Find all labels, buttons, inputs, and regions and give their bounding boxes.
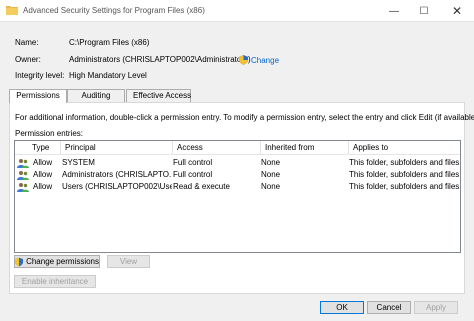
- entry-applies: This folder, subfolders and files: [349, 170, 459, 179]
- owner-value: Administrators (CHRISLAPTOP002\Administr…: [69, 55, 251, 64]
- title-bar: Advanced Security Settings for Program F…: [0, 0, 474, 22]
- permission-entries-list[interactable]: Type Principal Access Inherited from App…: [14, 140, 461, 253]
- minimize-button[interactable]: —: [379, 0, 409, 22]
- integrity-label: Integrity level:: [15, 71, 65, 80]
- folder-icon: [6, 6, 18, 15]
- uac-shield-icon: [15, 257, 24, 266]
- tab-auditing[interactable]: Auditing: [67, 89, 125, 102]
- change-permissions-button[interactable]: Change permissions: [14, 255, 100, 268]
- ok-button[interactable]: OK: [320, 301, 364, 314]
- table-row[interactable]: Allow Users (CHRISLAPTOP002\Users) Read …: [15, 181, 460, 193]
- apply-button[interactable]: Apply: [414, 301, 458, 314]
- entry-type: Allow: [33, 170, 53, 179]
- table-row[interactable]: Allow SYSTEM Full control None This fold…: [15, 157, 460, 169]
- cancel-button[interactable]: Cancel: [367, 301, 411, 314]
- entry-inherited: None: [261, 158, 281, 167]
- change-permissions-label: Change permissions: [26, 257, 99, 266]
- column-type[interactable]: Type: [15, 141, 61, 155]
- name-value: C:\Program Files (x86): [69, 38, 150, 47]
- hint-text: For additional information, double-click…: [15, 113, 474, 122]
- permission-entries-label: Permission entries:: [15, 129, 84, 138]
- integrity-value: High Mandatory Level: [69, 71, 147, 80]
- uac-shield-icon: [239, 55, 248, 65]
- tab-permissions[interactable]: Permissions: [9, 89, 67, 103]
- users-icon: [16, 169, 30, 181]
- entry-principal: Administrators (CHRISLAPTO...: [62, 170, 172, 179]
- change-link-label[interactable]: Change: [251, 56, 279, 65]
- entry-principal: Users (CHRISLAPTOP002\Users): [62, 182, 172, 191]
- entry-inherited: None: [261, 182, 281, 191]
- entry-applies: This folder, subfolders and files: [349, 158, 459, 167]
- enable-inheritance-button[interactable]: Enable inheritance: [14, 275, 96, 288]
- permissions-panel: For additional information, double-click…: [9, 102, 474, 294]
- entry-principal: SYSTEM: [62, 158, 95, 167]
- entry-access: Read & execute: [173, 182, 230, 191]
- name-label: Name:: [15, 38, 39, 47]
- column-applies-to[interactable]: Applies to: [349, 141, 460, 155]
- entry-access: Full control: [173, 158, 213, 167]
- maximize-button[interactable]: ☐: [409, 0, 439, 22]
- window-title: Advanced Security Settings for Program F…: [23, 6, 205, 15]
- entry-inherited: None: [261, 170, 281, 179]
- close-button[interactable]: ✕: [440, 0, 474, 22]
- entry-type: Allow: [33, 158, 53, 167]
- users-icon: [16, 181, 30, 193]
- entry-applies: This folder, subfolders and files: [349, 182, 459, 191]
- users-icon: [16, 157, 30, 169]
- column-access[interactable]: Access: [173, 141, 261, 155]
- list-header: Type Principal Access Inherited from App…: [15, 141, 460, 155]
- entry-type: Allow: [33, 182, 53, 191]
- entry-access: Full control: [173, 170, 213, 179]
- tab-effective-access[interactable]: Effective Access: [126, 89, 191, 102]
- column-principal[interactable]: Principal: [61, 141, 173, 155]
- change-owner-link[interactable]: Change: [239, 54, 279, 66]
- column-inherited-from[interactable]: Inherited from: [261, 141, 349, 155]
- owner-label: Owner:: [15, 55, 41, 64]
- table-row[interactable]: Allow Administrators (CHRISLAPTO... Full…: [15, 169, 460, 181]
- view-button[interactable]: View: [107, 255, 150, 268]
